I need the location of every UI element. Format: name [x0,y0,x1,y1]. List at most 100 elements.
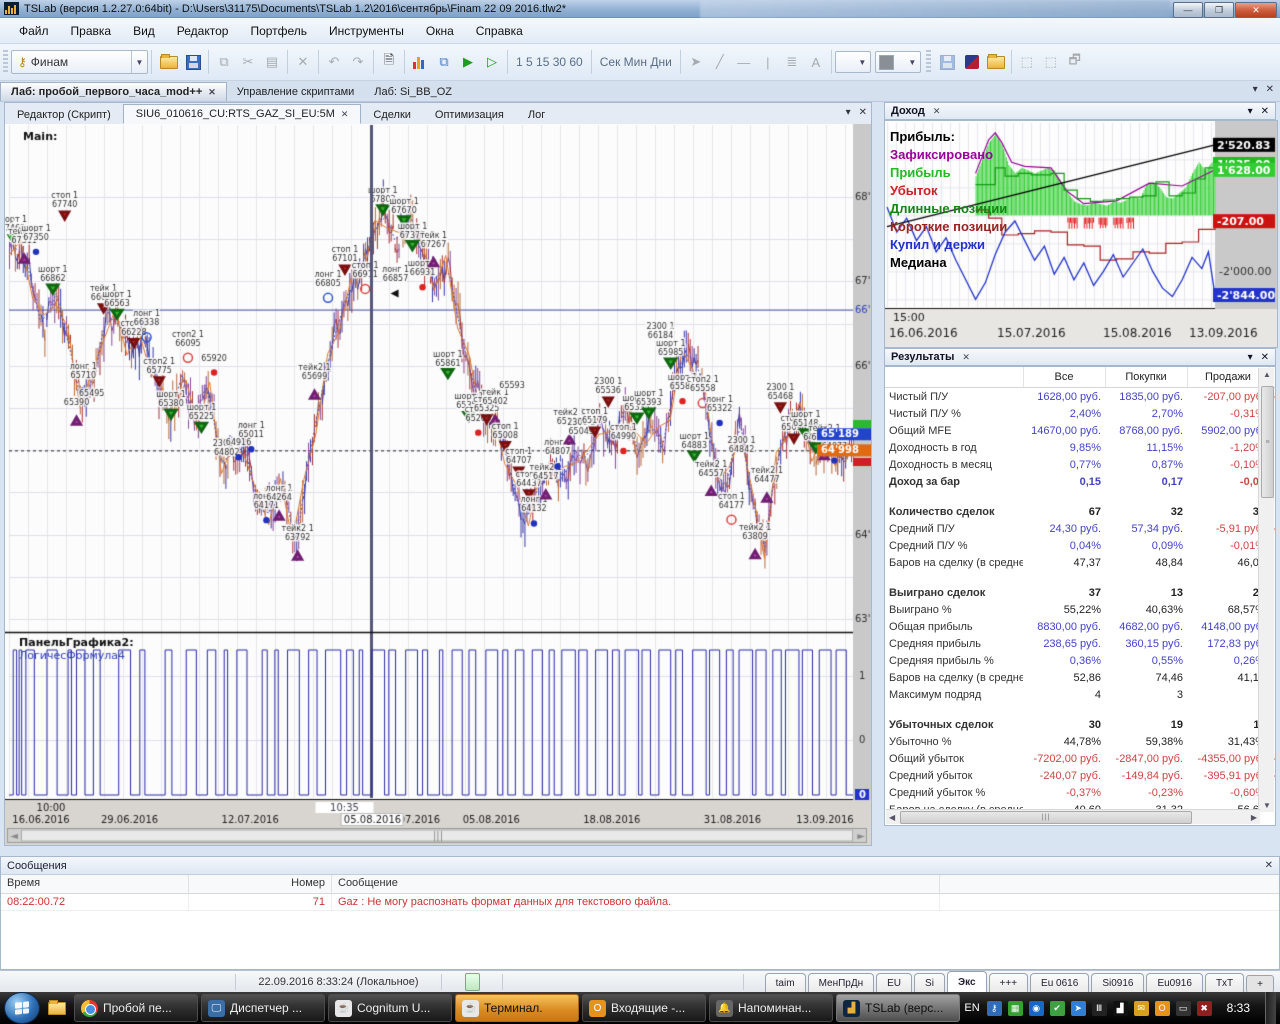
open-icon[interactable] [158,50,180,74]
menu-item-7[interactable]: Справка [465,20,534,42]
table-row[interactable]: Максимум подряд439 [885,686,1275,703]
results-col-header[interactable]: Все [1023,367,1105,388]
taskbar-button-6[interactable]: ▟TSLab (верс... [836,994,960,1022]
menu-item-0[interactable]: Файл [8,20,60,42]
text-tool-icon[interactable]: A [805,50,827,74]
table-row[interactable]: Чистый П/У %2,40%2,70%-0,31% [885,405,1275,422]
menu-item-1[interactable]: Правка [60,20,123,42]
results-hscroll-thumb[interactable]: ||| [900,811,1192,824]
tab-close-icon[interactable]: ✕ [1266,84,1274,95]
language-indicator[interactable]: EN [964,1002,979,1014]
tray-icon-1[interactable]: ▦ [1008,1001,1023,1016]
sub-tab-1[interactable]: SIU6_010616_CU:RTS_GAZ_SI_EU:5M✕ [123,104,362,124]
copy-icon[interactable]: ⧉ [213,50,235,74]
workspace-tab-TxT[interactable]: TxT [1205,973,1244,993]
table-row[interactable]: Баров на сделку (в среднем)52,8674,4641,… [885,669,1275,686]
save-icon[interactable] [182,50,204,74]
menu-item-5[interactable]: Инструменты [318,20,415,42]
sub-tab-0[interactable]: Редактор (Скрипт) [5,106,123,124]
tray-icon-6[interactable]: ▟ [1113,1001,1128,1016]
tab-list-icon[interactable]: ▾ [1253,84,1258,95]
menu-item-6[interactable]: Окна [415,20,465,42]
doc-tab-0[interactable]: Лаб: пробой_первого_часа_mod++✕ [0,82,227,101]
tray-icon-2[interactable]: ◉ [1029,1001,1044,1016]
message-row[interactable]: 08:22:00.7271Gaz : Не могу распознать фо… [1,894,1279,911]
menu-item-2[interactable]: Вид [122,20,166,42]
cut-icon[interactable]: ✂ [237,50,259,74]
messages-col-1[interactable]: Номер [189,875,332,893]
workspace-tab-EU[interactable]: EU [876,973,912,993]
chart-close-icon[interactable]: ✕ [859,107,867,118]
toolbar-grip-2[interactable] [926,50,931,74]
select-region-icon[interactable]: ⬚ [1040,50,1062,74]
table-row[interactable]: Доходность в месяц0,77%0,87%-0,10% [885,456,1275,473]
table-row[interactable]: Доход за бар0,150,17-0,02 [885,473,1275,490]
tray-icon-3[interactable]: ✔ [1050,1001,1065,1016]
interval-buttons[interactable]: 1 5 15 30 60 [512,50,587,74]
table-row[interactable]: Чистый П/У1628,00 руб.1835,00 руб.-207,0… [885,388,1275,406]
table-row[interactable]: Количество сделок673235 [885,503,1275,520]
table-row[interactable]: Общий убыток-7202,00 руб.-2847,00 руб.-4… [885,750,1275,767]
tray-icon-8[interactable]: O [1155,1001,1170,1016]
doc-tab-1[interactable]: Управление скриптами [227,83,364,101]
confirm-selection-icon[interactable]: 🗗 [1064,50,1086,74]
workspace-tab-Экс[interactable]: Экс [947,971,987,993]
income-pin-icon[interactable]: ▾ [1248,106,1253,117]
workspace-tab-Si0916[interactable]: Si0916 [1091,973,1144,993]
doc-tab-2[interactable]: Лаб: Si_BB_OZ [364,83,462,101]
table-row[interactable]: Выиграно %55,22%40,63%68,57% [885,601,1275,618]
close-button[interactable]: ✕ [1235,2,1277,18]
select-all-icon[interactable]: ⬚ [1016,50,1038,74]
messages-close-icon[interactable]: ✕ [1265,860,1273,871]
chart-pin-icon[interactable]: ▾ [846,107,851,118]
sub-tab-3[interactable]: Оптимизация [423,106,516,124]
table-row[interactable]: Средний убыток-240,07 руб.-149,84 руб.-3… [885,767,1275,784]
results-horizontal-scrollbar[interactable]: ◀ ||| ▶ [886,809,1260,824]
income-chart-canvas[interactable] [884,120,1278,348]
income-panel-header[interactable]: Доход ✕ ▾ ✕ [884,102,1276,120]
tray-icon-7[interactable]: ✉ [1134,1001,1149,1016]
tray-icon-5[interactable]: Ⅲ [1092,1001,1107,1016]
run-icon[interactable]: ▶ [457,50,479,74]
sub-tab-2[interactable]: Сделки [361,106,423,124]
results-vertical-scrollbar[interactable]: ▲ ≡ ▼ [1258,368,1274,812]
taskbar-button-2[interactable]: ☕Cognitum U... [328,994,452,1022]
workspace-tab-Eu0916[interactable]: Eu0916 [1146,973,1202,993]
table-row[interactable]: Средний П/У24,30 руб.57,34 руб.-5,91 руб… [885,520,1275,537]
hline-tool-icon[interactable]: — [733,50,755,74]
show-desktop-button[interactable] [1265,992,1276,1024]
workspace-tab-Si[interactable]: Si [914,973,945,993]
open-workspace-icon[interactable] [985,50,1007,74]
menu-item-3[interactable]: Редактор [166,20,240,42]
income-tab-close-icon[interactable]: ✕ [933,106,941,117]
maximize-button[interactable]: ❐ [1204,2,1234,18]
paste-icon[interactable]: ▤ [261,50,283,74]
trendline-tool-icon[interactable]: ╱ [709,50,731,74]
table-row[interactable]: Общая прибыль8830,00 руб.4682,00 руб.414… [885,618,1275,635]
messages-col-2[interactable]: Сообщение [332,875,940,893]
tray-icon-4[interactable]: ➤ [1071,1001,1086,1016]
results-col-header[interactable]: Покупки [1105,367,1187,388]
line-style-combo[interactable]: ▼ [835,51,871,73]
table-row[interactable]: Средний П/У %0,04%0,09%-0,01% [885,537,1275,554]
sub-tab-4[interactable]: Лог [516,106,557,124]
messages-column-headers[interactable]: ВремяНомерСообщение [1,875,1279,894]
delete-icon[interactable]: ✕ [292,50,314,74]
results-col-header[interactable]: Продажи [1187,367,1269,388]
workspace-tab-+++[interactable]: +++ [989,973,1029,993]
results-close-icon[interactable]: ✕ [1261,352,1269,363]
results-vscroll-thumb[interactable]: ≡ [1261,386,1274,498]
table-row[interactable]: Средний убыток %-0,37%-0,23%-0,60% [885,784,1275,801]
explorer-quicklaunch-icon[interactable] [46,996,68,1020]
table-row[interactable]: Средняя прибыль %0,36%0,55%0,26% [885,652,1275,669]
table-row[interactable]: Убыточных сделок301911 [885,716,1275,733]
start-button[interactable] [4,992,40,1024]
minimize-button[interactable]: — [1173,2,1203,18]
results-panel-header[interactable]: Результаты ✕ ▾ ✕ [884,348,1276,366]
taskbar-button-0[interactable]: Пробой пе... [74,994,198,1022]
vline-tool-icon[interactable]: | [757,50,779,74]
fibo-tool-icon[interactable]: ≣ [781,50,803,74]
taskbar-button-3[interactable]: ☕Терминал. [455,994,579,1022]
redo-icon[interactable]: ↷ [347,50,369,74]
income-close-icon[interactable]: ✕ [1261,106,1269,117]
